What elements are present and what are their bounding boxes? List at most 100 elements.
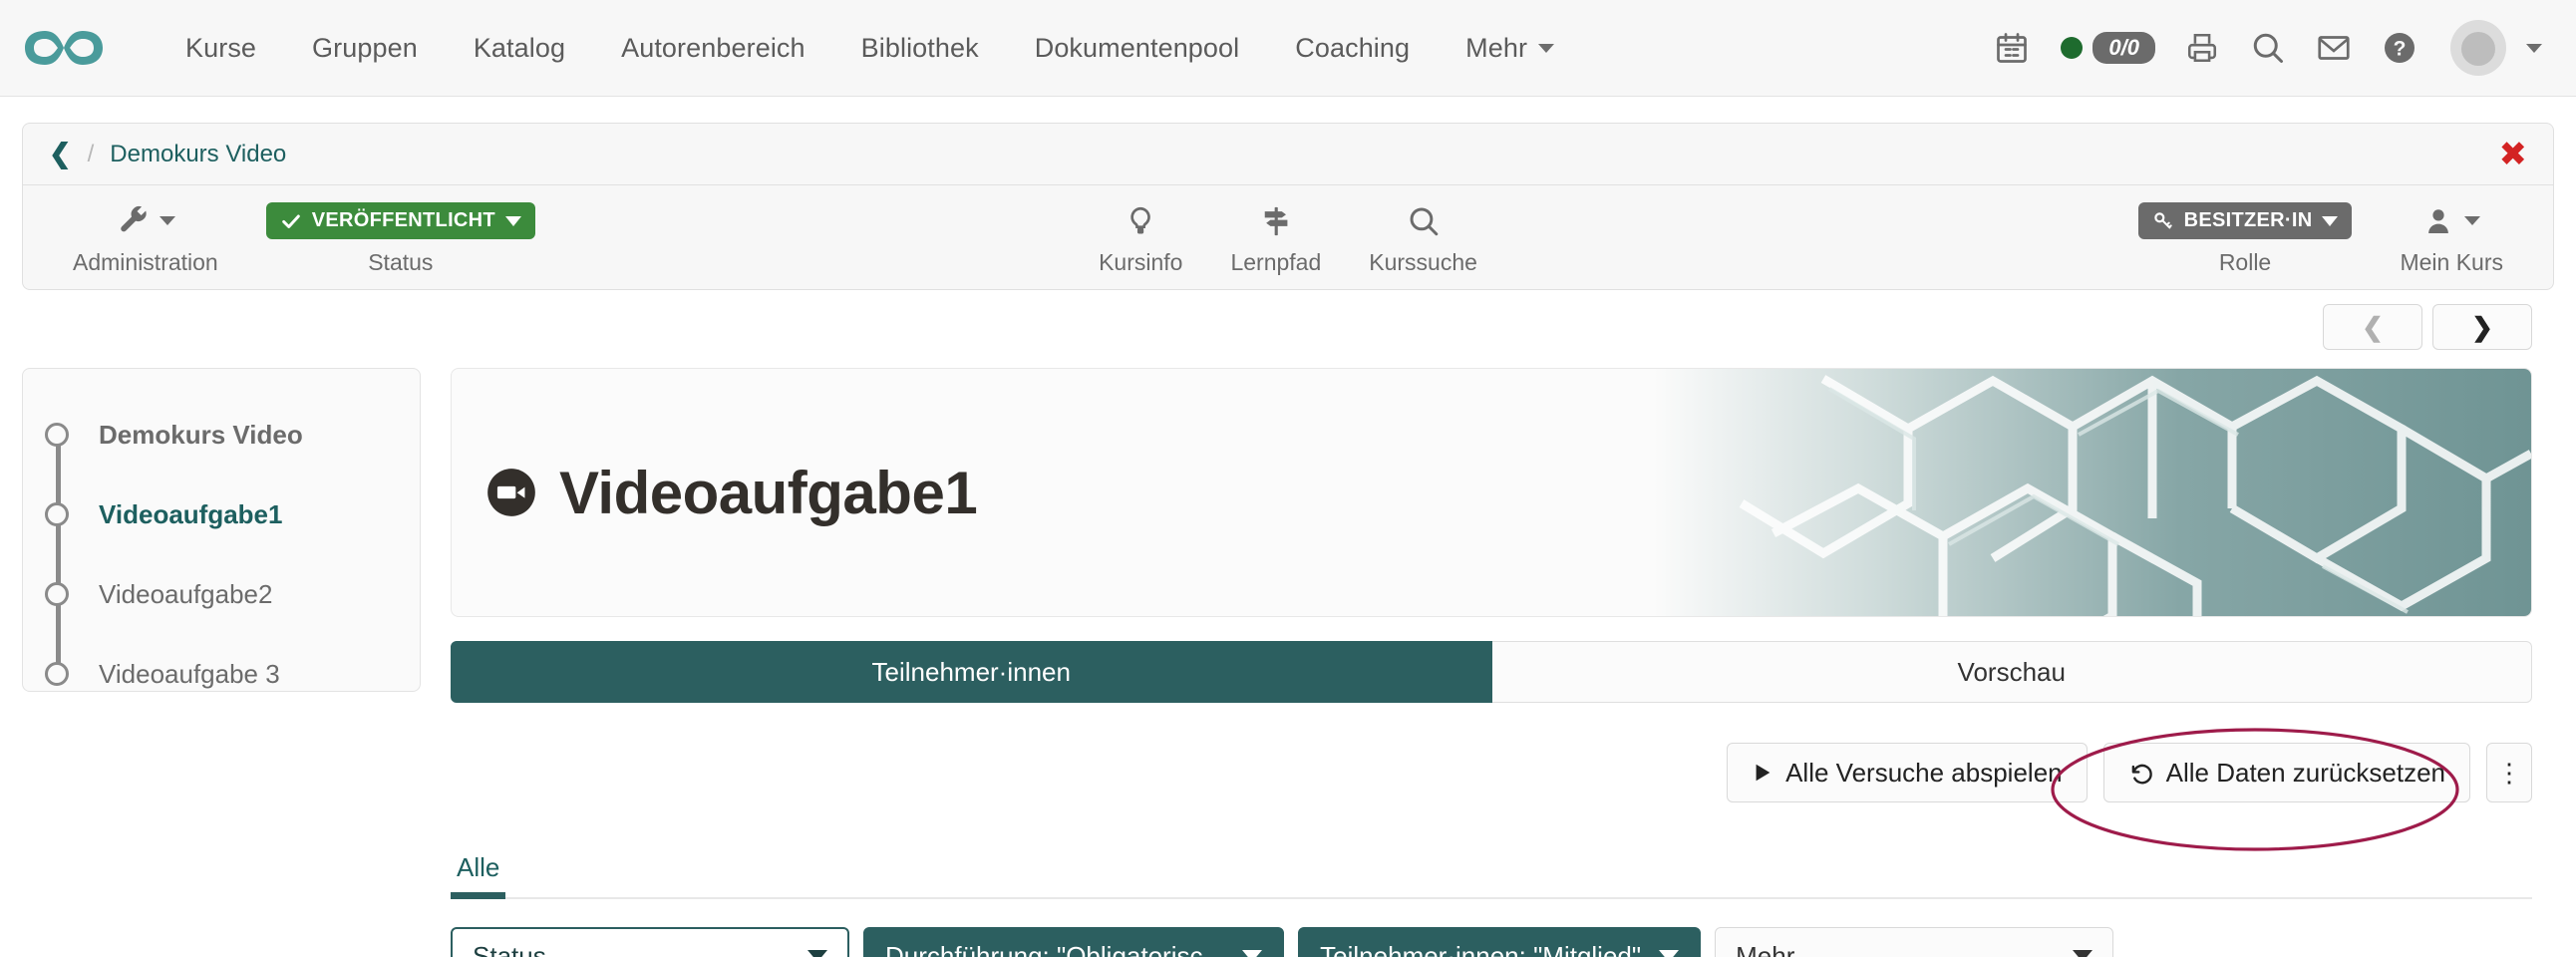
search-icon — [1410, 206, 1438, 235]
status-pill-wrap: VERÖFFENTLICHT — [265, 199, 535, 243]
primary-nav-links: Kurse Gruppen Katalog Autorenbereich Bib… — [158, 33, 1582, 64]
filter-area: Alle Status Durchführung: "Obligatorisc.… — [451, 852, 2532, 957]
toolbar-item-status[interactable]: VERÖFFENTLICHT Status — [242, 199, 559, 276]
tab-teilnehmer-innen[interactable]: Teilnehmer·innen — [451, 641, 1492, 703]
nav-link-mehr-label: Mehr — [1465, 32, 1528, 63]
reset-all-data-button[interactable]: Alle Daten zurücksetzen — [2102, 743, 2470, 802]
toolbar-item-kursinfo[interactable]: Kursinfo — [1075, 199, 1206, 276]
chevron-down-icon — [1538, 43, 1555, 53]
filter-select-status[interactable]: Status — [451, 927, 849, 957]
chevron-down-icon — [2464, 216, 2481, 225]
course-toolbar: Administration VERÖFFENTLICHT Status Kur… — [23, 185, 2553, 289]
toolbar-item-administration[interactable]: Administration — [49, 199, 242, 276]
filter-tab-bar: Alle — [451, 852, 2532, 899]
tab-vorschau[interactable]: Vorschau — [1491, 641, 2532, 703]
top-navigation-bar: Kurse Gruppen Katalog Autorenbereich Bib… — [0, 0, 2576, 97]
sidebar-item-videoaufgabe1[interactable]: Videoaufgabe1 — [23, 475, 420, 554]
reset-all-data-label: Alle Daten zurücksetzen — [2165, 757, 2445, 788]
search-icon[interactable] — [2235, 15, 2301, 81]
person-icon — [2428, 208, 2449, 233]
sidebar-item-label: Demokurs Video — [99, 419, 303, 450]
notification-count-badge[interactable]: 0/0 — [2093, 32, 2155, 64]
main-column: Videoaufgabe1 Teilnehmer·innen Vorschau … — [451, 368, 2532, 957]
breadcrumb: ❮ / Demokurs Video ✖ — [23, 124, 2553, 185]
tree-connector-line — [56, 435, 61, 674]
nav-link-coaching[interactable]: Coaching — [1267, 33, 1438, 64]
infinity-logo — [25, 31, 103, 65]
play-all-attempts-label: Alle Versuche abspielen — [1785, 757, 2063, 788]
page-hero: Videoaufgabe1 — [451, 368, 2532, 617]
course-header-panel: ❮ / Demokurs Video ✖ Administration VERÖ… — [22, 123, 2554, 290]
nav-link-katalog[interactable]: Katalog — [446, 33, 593, 64]
help-icon[interactable]: ? — [2367, 15, 2432, 81]
pagination-controls: ❮ ❯ — [22, 290, 2554, 350]
nav-link-dokumentenpool[interactable]: Dokumentenpool — [1007, 33, 1268, 64]
pagination-prev-button[interactable]: ❮ — [2323, 304, 2422, 350]
chevron-down-icon — [1659, 950, 1680, 957]
toolbar-label-rolle: Rolle — [2218, 248, 2272, 275]
toolbar-label-status: Status — [368, 248, 434, 275]
toolbar-label-mein-kurs: Mein Kurs — [2400, 248, 2503, 275]
toolbar-item-mein-kurs[interactable]: Mein Kurs — [2376, 199, 2527, 276]
chevron-down-icon — [807, 950, 827, 957]
toolbar-label-kurssuche: Kurssuche — [1369, 248, 1477, 275]
sidebar-item-label: Videoaufgabe1 — [99, 498, 283, 529]
mail-icon[interactable] — [2301, 15, 2367, 81]
status-badge[interactable]: VERÖFFENTLICHT — [265, 202, 535, 239]
sidebar-item-videoaufgabe2[interactable]: Videoaufgabe2 — [23, 554, 420, 634]
toolbar-label-lernpfad: Lernpfad — [1230, 248, 1322, 275]
sidebar-item-demokurs-video[interactable]: Demokurs Video — [23, 395, 420, 475]
chevron-down-icon — [159, 216, 175, 225]
pagination-next-button[interactable]: ❯ — [2432, 304, 2532, 350]
toolbar-left-group: Administration VERÖFFENTLICHT Status — [49, 199, 559, 276]
chevron-down-icon — [2073, 950, 2093, 957]
close-icon[interactable]: ✖ — [2499, 138, 2528, 171]
filter-select-teilnehmer-innen-label: Teilnehmer·innen: "Mitglied" — [1320, 940, 1642, 957]
logo-wrap[interactable] — [22, 23, 132, 73]
sidebar-item-label: Videoaufgabe 3 — [99, 658, 280, 689]
breadcrumb-item-demokurs-video[interactable]: Demokurs Video — [110, 141, 286, 168]
avatar[interactable] — [2450, 20, 2506, 76]
chevron-down-icon — [1242, 950, 1263, 957]
filter-select-durchfuehrung[interactable]: Durchführung: "Obligatorisc... — [863, 927, 1285, 957]
toolbar-item-kurssuche[interactable]: Kurssuche — [1345, 199, 1501, 276]
wrench-icon — [121, 205, 147, 231]
undo-icon — [2131, 764, 2152, 785]
chevron-down-icon[interactable] — [2526, 43, 2542, 53]
tree-node-icon — [45, 502, 69, 526]
tree-node-icon — [45, 662, 69, 686]
toolbar-item-lernpfad[interactable]: Lernpfad — [1206, 199, 1345, 276]
sidebar-item-videoaufgabe-3[interactable]: Videoaufgabe 3 — [23, 634, 420, 714]
wrench-icon-row — [116, 199, 175, 243]
back-icon[interactable]: ❮ — [49, 141, 72, 167]
filter-select-teilnehmer-innen[interactable]: Teilnehmer·innen: "Mitglied" — [1298, 927, 1702, 957]
decorative-hexagon-graphic — [1654, 369, 2531, 616]
key-icon — [2153, 211, 2172, 228]
nav-link-mehr[interactable]: Mehr — [1438, 33, 1582, 64]
tree-node-icon — [45, 582, 69, 606]
toolbar-right-group: BESITZER·IN Rolle Mein Kurs — [2114, 199, 2527, 276]
signpost-icon — [1264, 206, 1288, 235]
kebab-menu-icon[interactable]: ⋮ — [2486, 743, 2532, 802]
nav-link-kurse[interactable]: Kurse — [158, 33, 284, 64]
nav-link-bibliothek[interactable]: Bibliothek — [833, 33, 1007, 64]
filter-select-mehr[interactable]: Mehr... — [1715, 927, 2114, 957]
toolbar-label-administration: Administration — [73, 248, 218, 275]
role-badge-label: BESITZER·IN — [2183, 209, 2313, 231]
status-badge-label: VERÖFFENTLICHT — [311, 209, 495, 231]
nav-link-autorenbereich[interactable]: Autorenbereich — [593, 33, 833, 64]
page-title-text: Videoaufgabe1 — [559, 459, 978, 526]
check-icon — [281, 213, 300, 228]
role-badge[interactable]: BESITZER·IN — [2137, 202, 2353, 239]
filter-tab-alle[interactable]: Alle — [451, 852, 506, 899]
printer-icon[interactable] — [2169, 15, 2235, 81]
toolbar-item-rolle[interactable]: BESITZER·IN Rolle — [2114, 199, 2377, 276]
action-button-row: Alle Versuche abspielen Alle Daten zurüc… — [451, 728, 2532, 851]
toolbar-center-group: Kursinfo Lernpfad Kurssuche — [1075, 199, 1501, 276]
play-all-attempts-button[interactable]: Alle Versuche abspielen — [1727, 743, 2088, 802]
nav-link-gruppen[interactable]: Gruppen — [284, 33, 446, 64]
calendar-icon[interactable] — [1979, 15, 2045, 81]
status-dot-icon — [2061, 37, 2084, 59]
tree-node-icon — [45, 423, 69, 447]
filter-select-mehr-label: Mehr... — [1736, 940, 1815, 957]
